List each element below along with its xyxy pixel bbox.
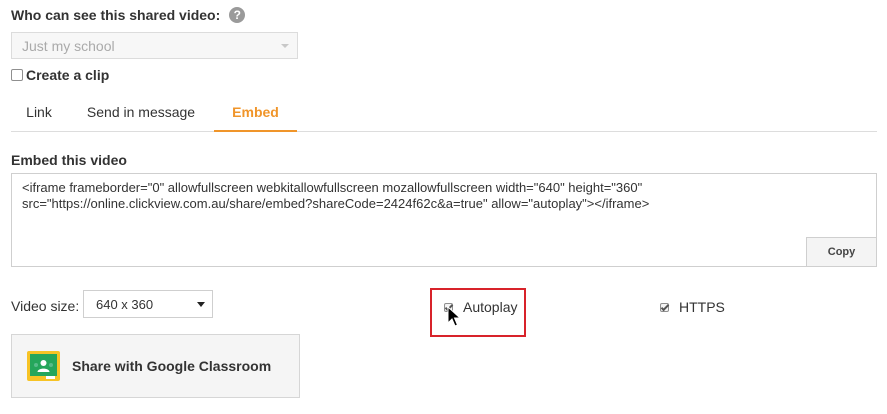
share-tabs: Link Send in message Embed [11,95,877,132]
tab-link[interactable]: Link [11,95,67,132]
visibility-select[interactable]: Just my school [11,32,298,59]
create-clip-label: Create a clip [26,67,110,83]
https-checkbox[interactable] [660,302,669,312]
chevron-down-icon [281,44,289,48]
tab-embed[interactable]: Embed [214,95,297,132]
chevron-down-icon [197,302,205,307]
create-clip-checkbox[interactable] [11,69,23,81]
embed-code-text[interactable]: <iframe frameborder="0" allowfullscreen … [22,180,812,212]
video-size-selected-value: 640 x 360 [96,297,154,312]
video-size-label: Video size: [11,298,80,314]
mouse-pointer-icon [447,306,461,327]
google-classroom-icon [27,351,60,381]
google-classroom-label: Share with Google Classroom [72,358,272,374]
share-google-classroom-button[interactable]: Share with Google Classroom [11,334,300,398]
autoplay-label: Autoplay [463,299,518,315]
video-size-select[interactable]: 640 x 360 [83,290,213,318]
tab-send-in-message[interactable]: Send in message [77,95,205,132]
embed-heading: Embed this video [11,152,127,168]
https-label: HTTPS [679,299,725,315]
https-option[interactable]: HTTPS [660,299,725,315]
visibility-label: Who can see this shared video: [11,7,221,23]
visibility-heading: Who can see this shared video: ? [11,7,246,23]
help-icon[interactable]: ? [229,7,246,23]
visibility-selected-value: Just my school [22,38,115,54]
create-clip-option[interactable]: Create a clip [11,67,109,83]
share-panel: Who can see this shared video: ? Just my… [0,0,887,414]
copy-button[interactable]: Copy [806,237,877,267]
embed-code-box[interactable]: <iframe frameborder="0" allowfullscreen … [11,173,877,267]
